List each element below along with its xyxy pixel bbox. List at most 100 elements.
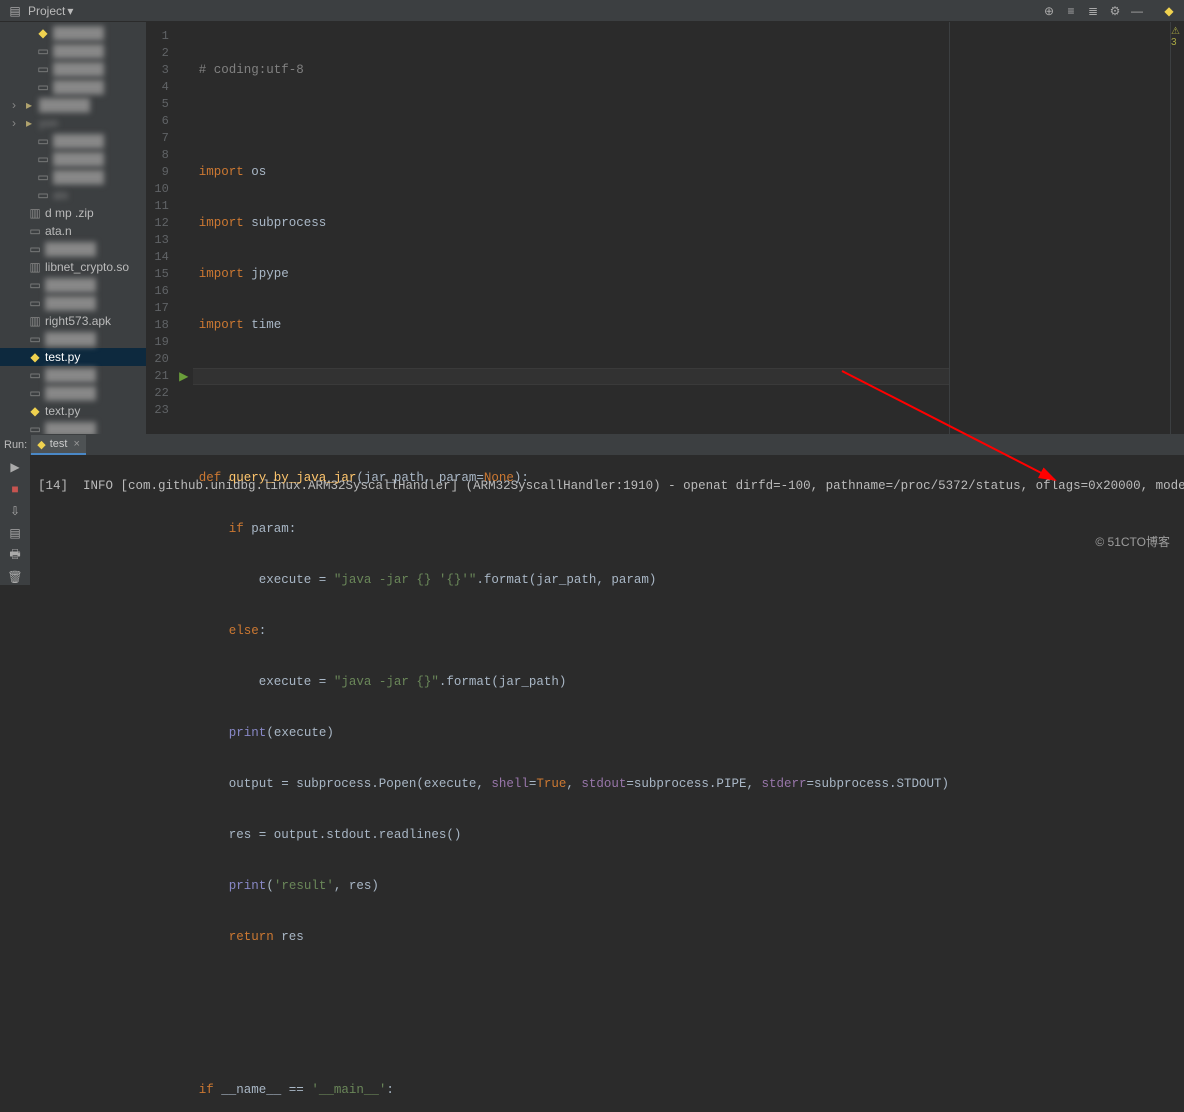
file-icon: ▭ [29, 386, 40, 400]
folder-icon: ▸ [26, 98, 32, 112]
tree-item[interactable]: ◆ text.py [0, 402, 146, 420]
layout-icon[interactable]: ▤ [7, 525, 23, 541]
python-file-icon: ◆ [38, 26, 47, 40]
file-icon: ▭ [29, 368, 40, 382]
warnings-badge[interactable]: ⚠ 3 [1171, 26, 1180, 48]
code-editor[interactable]: 1234567891011121314151617181920212223 ▶ … [147, 22, 1184, 434]
tree-item[interactable]: ▥ right573.apk [0, 312, 146, 330]
tree-item[interactable]: ▭ ██████ [0, 276, 146, 294]
editor-marker-gutter: ⚠ 3 [1170, 22, 1184, 434]
tree-item[interactable]: ▭ ██████ [0, 60, 146, 78]
gutter-icons: ▶ [175, 22, 193, 434]
python-icon: ◆ [37, 438, 45, 451]
tree-item[interactable]: ▭ ██████ [0, 78, 146, 96]
tree-item-label: ██████ [53, 26, 104, 40]
folder-icon: ▸ [26, 116, 32, 130]
tree-item-label: d mp .zip [45, 206, 94, 220]
tree-item-label: ██████ [45, 422, 96, 434]
tree-item-label: ██████ [53, 152, 104, 166]
tree-item[interactable]: ▭ ██████ [0, 420, 146, 434]
file-icon: ▭ [29, 278, 40, 292]
file-icon: ▭ [29, 242, 40, 256]
rerun-icon[interactable]: ▶ [7, 459, 23, 475]
tree-item[interactable]: ▭ ██████ [0, 150, 146, 168]
chevron-down-icon[interactable]: ▾ [67, 4, 73, 18]
tree-item-label: ██████ [53, 62, 104, 76]
close-icon[interactable]: × [73, 438, 79, 450]
right-panel-blurred [950, 22, 1170, 434]
tree-item[interactable]: ▭ ██████ [0, 132, 146, 150]
trash-icon[interactable]: 🗑 [7, 569, 23, 585]
archive-icon: ▥ [29, 206, 40, 220]
tree-item-label: right573.apk [45, 314, 111, 328]
tree-item-label: yon [39, 116, 58, 130]
project-label[interactable]: Project [28, 4, 65, 18]
tree-item[interactable]: ▥ libnet_crypto.so [0, 258, 146, 276]
tree-item-label: ██████ [45, 368, 96, 382]
gear-icon[interactable]: ⚙ [1106, 2, 1124, 20]
tree-item[interactable]: ◆ test.py [0, 348, 146, 366]
run-label: Run: [4, 439, 27, 451]
binary-icon: ▥ [29, 260, 40, 274]
collapse-icon[interactable]: ≣ [1084, 2, 1102, 20]
tree-item-label: libnet_crypto.so [45, 260, 129, 274]
tree-item-label: ██████ [53, 44, 104, 58]
tree-item[interactable]: ▭ ██████ [0, 168, 146, 186]
watermark: © 51CTO博客 [1095, 533, 1170, 550]
tree-item[interactable]: ▭ ██████ [0, 240, 146, 258]
print-icon[interactable]: 🖶 [7, 547, 23, 563]
python-file-icon: ◆ [30, 404, 39, 418]
tree-item[interactable]: ▭ ██████ [0, 42, 146, 60]
tree-item-label: ata.n [45, 224, 72, 238]
target-icon[interactable]: ⊕ [1040, 2, 1058, 20]
tree-item-label: ██████ [53, 170, 104, 184]
file-icon: ▭ [37, 80, 48, 94]
run-side-toolbar: ▶ ■ ⇩ ▤ 🖶 🗑 [0, 455, 30, 585]
stop-icon[interactable]: ■ [7, 481, 23, 497]
tree-item-label: ██████ [53, 134, 104, 148]
file-icon: ▭ [37, 188, 48, 202]
file-icon: ▭ [29, 224, 40, 238]
tree-item-label: aix [53, 188, 68, 202]
tree-item-label: text.py [45, 404, 80, 418]
tree-item-label: ██████ [45, 278, 96, 292]
project-icon: ▤ [6, 2, 24, 20]
file-icon: ▭ [29, 296, 40, 310]
apk-icon: ▥ [29, 314, 40, 328]
python-file-icon: ◆ [30, 350, 39, 364]
tree-item-label: ██████ [45, 296, 96, 310]
down-icon[interactable]: ⇩ [7, 503, 23, 519]
tree-item-label: test.py [45, 350, 80, 364]
file-icon: ▭ [37, 134, 48, 148]
file-icon: ▭ [37, 170, 48, 184]
tree-item[interactable]: ▭ ██████ [0, 294, 146, 312]
tree-item-label: ██████ [45, 386, 96, 400]
tree-item[interactable]: ▭ ██████ [0, 330, 146, 348]
tree-item[interactable]: ▭ ata.n [0, 222, 146, 240]
tree-item-label: ██████ [45, 332, 96, 346]
active-file-icon: ◆ [1160, 2, 1178, 20]
tree-item[interactable]: ◆ ██████ [0, 24, 146, 42]
tree-item[interactable]: ▭ ██████ [0, 366, 146, 384]
file-icon: ▭ [29, 332, 40, 346]
project-toolbar: ▤ Project ▾ ⊕ ≡ ≣ ⚙ — ◆ [0, 0, 1184, 22]
run-gutter-icon[interactable]: ▶ [179, 368, 188, 385]
project-tree[interactable]: ◆██████▭██████▭██████▭██████›▸██████›▸yo… [0, 22, 147, 434]
tree-item[interactable]: ▭ aix [0, 186, 146, 204]
file-icon: ▭ [37, 44, 48, 58]
run-tab-test[interactable]: ◆ test × [31, 435, 86, 455]
tree-item[interactable]: ▥ d mp .zip [0, 204, 146, 222]
line-number-gutter: 1234567891011121314151617181920212223 [147, 22, 175, 434]
code-area[interactable]: # coding:utf-8 import os import subproce… [193, 22, 950, 434]
tree-item[interactable]: ▭ ██████ [0, 384, 146, 402]
tree-item-label: ██████ [53, 80, 104, 94]
tree-item[interactable]: ›▸██████ [0, 96, 146, 114]
expand-icon[interactable]: ≡ [1062, 2, 1080, 20]
file-icon: ▭ [37, 62, 48, 76]
tree-item-label: ██████ [39, 98, 90, 112]
hide-icon[interactable]: — [1128, 2, 1146, 20]
file-icon: ▭ [37, 152, 48, 166]
file-icon: ▭ [29, 422, 40, 434]
tree-item[interactable]: ›▸yon [0, 114, 146, 132]
tree-item-label: ██████ [45, 242, 96, 256]
